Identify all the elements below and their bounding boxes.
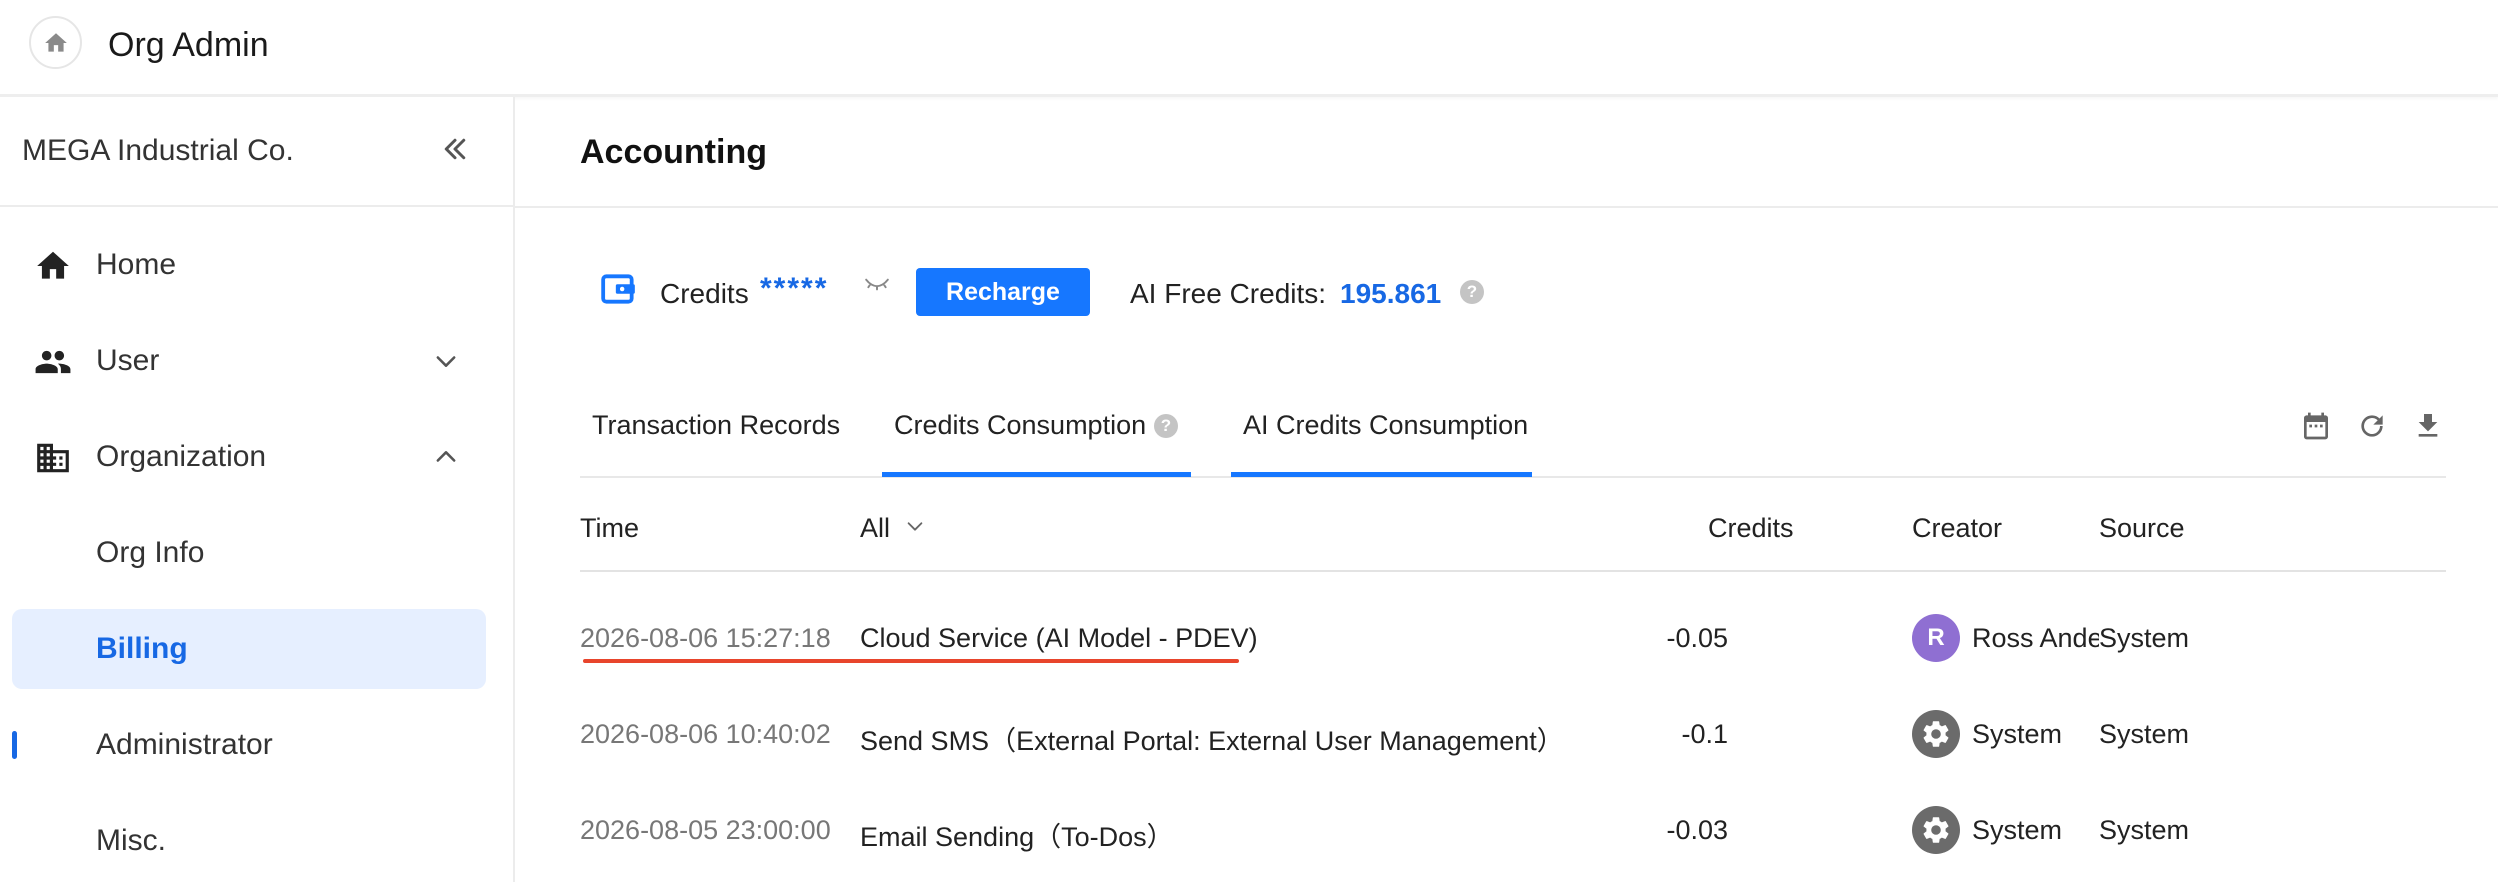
tab-credits-consumption[interactable]: Credits Consumption	[894, 410, 1146, 478]
type-filter-dropdown[interactable]: All	[860, 513, 923, 544]
credits-balance-masked: *****	[760, 272, 829, 305]
sidebar: MEGA Industrial Co. Home User Organizati…	[0, 97, 515, 882]
wallet-icon	[601, 274, 635, 304]
tab-ai-credits-consumption[interactable]: AI Credits Consumption	[1243, 410, 1528, 478]
sidebar-item-label: Misc.	[96, 824, 166, 857]
row-creator: System	[1972, 815, 2063, 845]
sidebar-item-label: Administrator	[96, 728, 273, 761]
annotation-underline	[583, 659, 1239, 663]
app-title: Org Admin	[108, 26, 269, 64]
row-creator: System	[1972, 719, 2063, 749]
sidebar-item-user[interactable]: User	[12, 321, 486, 401]
column-header-creator: Creator	[1912, 513, 2003, 543]
row-time: 2026-08-06 10:40:02	[580, 719, 831, 749]
org-name: MEGA Industrial Co.	[22, 134, 294, 167]
sidebar-item-label: User	[96, 344, 160, 377]
row-description: Cloud Service (AI Model - PDEV)	[860, 623, 1258, 653]
credits-label: Credits	[660, 278, 749, 309]
column-header-source: Source	[2099, 513, 2185, 543]
row-description: Email Sending（To-Dos）	[860, 822, 1174, 852]
calendar-icon[interactable]	[2300, 410, 2332, 442]
column-header-time: Time	[580, 513, 639, 543]
help-icon[interactable]: ?	[1154, 414, 1178, 438]
sidebar-item-org-info[interactable]: Org Info	[12, 513, 486, 593]
sidebar-item-misc[interactable]: Misc.	[12, 801, 486, 881]
sidebar-item-label: Org Info	[96, 536, 205, 569]
help-icon[interactable]: ?	[1460, 280, 1484, 304]
tab-underline	[882, 472, 1191, 477]
sidebar-item-label: Organization	[96, 440, 267, 473]
refresh-icon[interactable]	[2356, 410, 2388, 442]
row-source: System	[2099, 623, 2190, 654]
top-bar: Org Admin	[0, 0, 2498, 97]
chevron-up-icon	[436, 451, 456, 462]
row-source: System	[2099, 815, 2190, 845]
row-source: System	[2099, 719, 2190, 749]
tab-label: Credits Consumption	[894, 410, 1147, 440]
building-icon	[37, 443, 69, 473]
avatar	[1912, 710, 1960, 758]
sidebar-item-label: Home	[96, 248, 177, 281]
row-credits-value: -0.03	[1666, 815, 1728, 845]
sidebar-item-administrator[interactable]: Administrator	[12, 705, 486, 785]
tab-transaction-records[interactable]: Transaction Records	[592, 410, 840, 478]
divider	[515, 206, 2498, 208]
column-header-credits: Credits	[1708, 513, 1794, 543]
sidebar-item-home[interactable]: Home	[12, 225, 486, 305]
eye-closed-icon[interactable]	[864, 274, 890, 294]
org-header: MEGA Industrial Co.	[0, 97, 513, 207]
chevron-down-icon	[907, 522, 923, 531]
users-icon	[35, 350, 71, 374]
table-header-divider	[580, 570, 2446, 572]
ai-free-credits-value: 195.861	[1340, 278, 1442, 309]
row-creator: Ross Ande	[1972, 623, 2103, 653]
gear-icon	[1923, 817, 1949, 843]
row-description: Send SMS（External Portal: External User …	[860, 726, 1564, 756]
collapse-sidebar-icon[interactable]	[440, 134, 470, 164]
gear-icon	[1923, 721, 1949, 747]
home-icon	[44, 32, 67, 52]
sidebar-item-label: Billing	[96, 632, 188, 665]
sidebar-item-organization[interactable]: Organization	[12, 417, 486, 497]
avatar: R	[1912, 614, 1960, 662]
ai-free-credits-label: AI Free Credits:	[1130, 278, 1327, 309]
table-row[interactable]: 2026-08-06 15:27:18 Cloud Service (AI Mo…	[580, 591, 2446, 687]
sidebar-item-billing[interactable]: Billing	[12, 609, 486, 689]
filter-value: All	[860, 513, 891, 543]
tab-underline	[1231, 472, 1532, 477]
home-button[interactable]	[29, 16, 82, 69]
row-time: 2026-08-06 15:27:18	[580, 623, 831, 653]
recharge-button[interactable]: Recharge	[916, 268, 1090, 316]
page-title: Accounting	[580, 133, 767, 171]
home-icon	[37, 251, 69, 279]
download-icon[interactable]	[2412, 410, 2444, 442]
row-time: 2026-08-05 23:00:00	[580, 815, 831, 845]
table-row[interactable]: 2026-08-05 23:00:00 Email Sending（To-Dos…	[580, 783, 2446, 879]
row-credits-value: -0.1	[1681, 719, 1728, 749]
row-credits-value: -0.05	[1666, 623, 1728, 653]
table-row[interactable]: 2026-08-06 10:40:02 Send SMS（External Po…	[580, 687, 2446, 783]
avatar	[1912, 806, 1960, 854]
chevron-down-icon	[436, 356, 456, 367]
